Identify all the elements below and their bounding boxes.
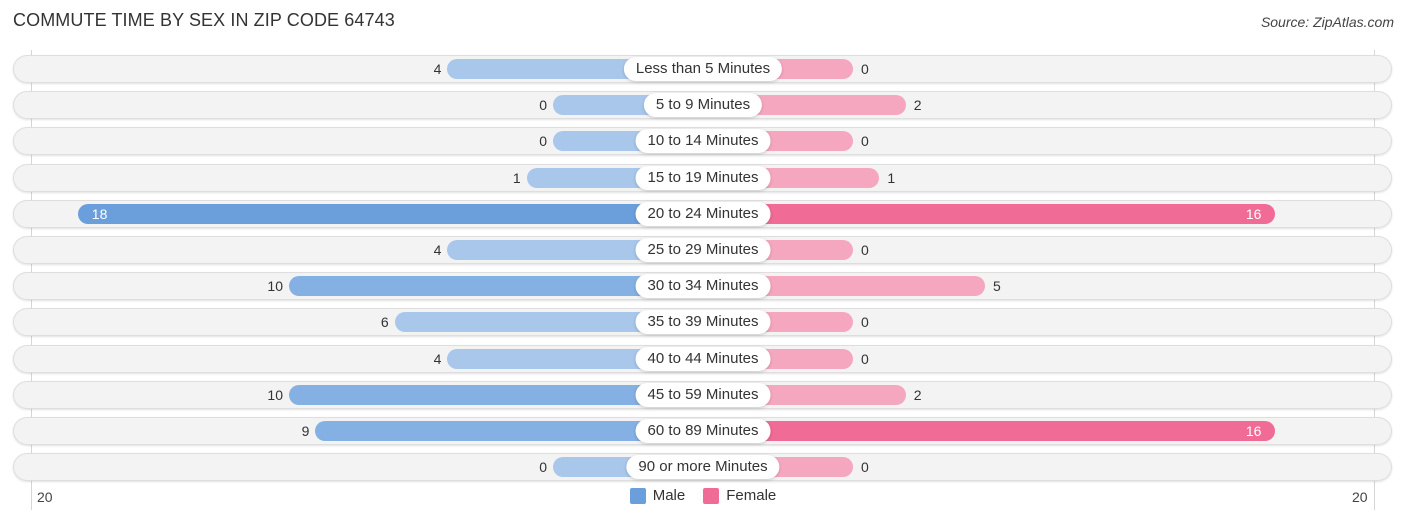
female-value-label: 0 (861, 459, 869, 475)
category-label: Less than 5 Minutes (623, 57, 783, 81)
female-value-label: 0 (861, 314, 869, 330)
legend-item-female[interactable]: Female (703, 487, 776, 504)
category-label: 45 to 59 Minutes (635, 383, 771, 407)
category-label: 5 to 9 Minutes (643, 93, 763, 117)
male-value-label: 10 (267, 278, 283, 294)
male-bar[interactable] (77, 204, 703, 224)
male-value-label: 6 (380, 314, 389, 330)
male-value-label: 10 (267, 387, 283, 403)
female-value-label: 2 (913, 387, 922, 403)
commute-chart: 4 0 Less than 5 Minutes 0 2 5 to 9 Minutes 0 0 1… (0, 0, 1406, 522)
category-label: 30 to 34 Minutes (635, 274, 771, 298)
male-value-label: 9 (301, 423, 310, 439)
female-value-label: 0 (861, 61, 869, 77)
category-label: 10 to 14 Minutes (635, 129, 771, 153)
category-label: 40 to 44 Minutes (635, 347, 771, 371)
female-value-label: 1 (887, 170, 896, 186)
category-label: 60 to 89 Minutes (635, 419, 771, 443)
female-value-label: 5 (993, 278, 1001, 294)
female-value-label: 0 (861, 133, 869, 149)
male-value-label: 4 (433, 61, 442, 77)
female-bar[interactable] (703, 421, 1276, 441)
female-value-label: 0 (861, 242, 869, 258)
male-value-label: 0 (539, 97, 547, 113)
female-bar[interactable] (703, 204, 1276, 224)
male-swatch (629, 487, 646, 504)
legend-item-male[interactable]: Male (629, 487, 686, 504)
male-value-label: 0 (539, 459, 547, 475)
female-swatch (703, 487, 720, 504)
male-value-label: 18 (91, 206, 108, 222)
category-label: 15 to 19 Minutes (635, 166, 771, 190)
legend: Male Female (0, 487, 1406, 504)
category-label: 90 or more Minutes (626, 455, 780, 479)
category-label: 25 to 29 Minutes (635, 238, 771, 262)
male-value-label: 1 (512, 170, 521, 186)
male-value-label: 0 (539, 133, 547, 149)
legend-label-male: Male (652, 487, 686, 504)
female-value-label: 16 (1245, 423, 1262, 439)
female-value-label: 2 (913, 97, 922, 113)
legend-label-female: Female (726, 487, 777, 504)
male-value-label: 4 (433, 242, 442, 258)
female-value-label: 0 (861, 351, 869, 367)
male-value-label: 4 (433, 351, 442, 367)
category-label: 35 to 39 Minutes (635, 310, 771, 334)
female-value-label: 16 (1245, 206, 1262, 222)
category-label: 20 to 24 Minutes (635, 202, 771, 226)
